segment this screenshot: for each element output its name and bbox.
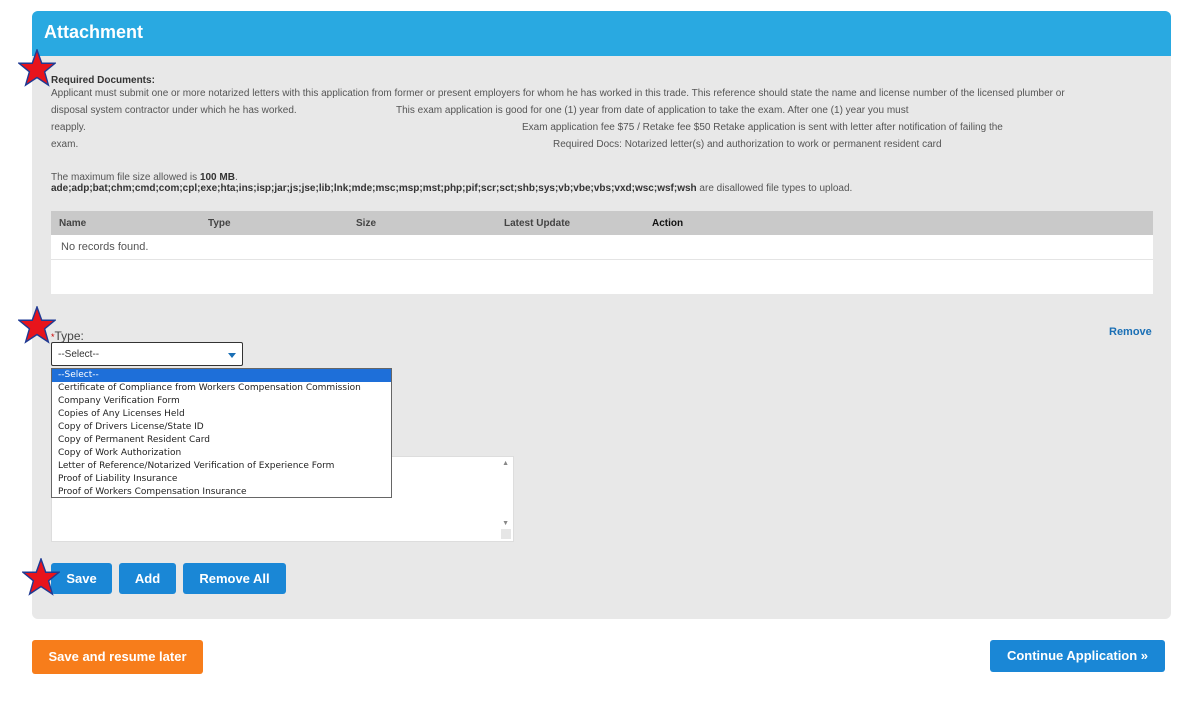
dropdown-option[interactable]: Company Verification Form <box>52 395 391 408</box>
dropdown-option[interactable]: Copy of Permanent Resident Card <box>52 434 391 447</box>
dropdown-option[interactable]: Letter of Reference/Notarized Verificati… <box>52 460 391 473</box>
dropdown-option[interactable]: Proof of Liability Insurance <box>52 473 391 486</box>
add-button[interactable]: Add <box>119 563 176 594</box>
save-button[interactable]: Save <box>51 563 112 594</box>
dropdown-option[interactable]: Copy of Work Authorization <box>52 447 391 460</box>
required-docs-line2a: disposal system contractor under which h… <box>51 105 297 116</box>
disallowed-types-list: ade;adp;bat;chm;cmd;com;cpl;exe;hta;ins;… <box>51 183 697 194</box>
col-header-size[interactable]: Size <box>348 211 496 235</box>
scroll-up-icon[interactable]: ▲ <box>502 460 509 467</box>
col-header-name[interactable]: Name <box>51 211 200 235</box>
required-docs-line3a: reapply. <box>51 122 86 133</box>
disallowed-types-text: ade;adp;bat;chm;cmd;com;cpl;exe;hta;ins;… <box>51 183 852 194</box>
continue-application-button[interactable]: Continue Application » <box>990 640 1165 672</box>
type-select-value: --Select-- <box>58 349 100 360</box>
remove-link[interactable]: Remove <box>1109 326 1152 338</box>
required-docs-line1: Applicant must submit one or more notari… <box>51 88 1065 99</box>
remove-all-button[interactable]: Remove All <box>183 563 286 594</box>
dropdown-option[interactable]: Proof of Workers Compensation Insurance <box>52 486 391 499</box>
max-size-value: 100 MB <box>199 172 235 183</box>
required-docs-line2b: This exam application is good for one (1… <box>396 105 909 116</box>
dropdown-option[interactable]: Copies of Any Licenses Held <box>52 408 391 421</box>
dropdown-option[interactable]: Copy of Drivers License/State ID <box>52 421 391 434</box>
col-header-type[interactable]: Type <box>200 211 348 235</box>
dropdown-option[interactable]: Certificate of Compliance from Workers C… <box>52 382 391 395</box>
max-file-size-text: The maximum file size allowed is 100 MB. <box>51 172 238 183</box>
table-header-row: Name Type Size Latest Update Action <box>51 211 1153 235</box>
disallowed-suffix: are disallowed file types to upload. <box>696 183 853 194</box>
col-header-latest-update[interactable]: Latest Update <box>496 211 644 235</box>
type-select[interactable]: --Select-- <box>51 342 243 366</box>
resize-handle-icon[interactable] <box>501 529 511 539</box>
dropdown-option[interactable]: --Select-- <box>52 369 391 382</box>
attachments-table: Name Type Size Latest Update Action No r… <box>51 211 1153 260</box>
star-marker-icon <box>18 49 56 87</box>
table-row: No records found. <box>51 235 1153 260</box>
col-header-action: Action <box>644 211 1153 235</box>
save-resume-later-button[interactable]: Save and resume later <box>32 640 203 674</box>
star-marker-icon <box>18 306 56 344</box>
required-docs-line3b: Exam application fee $75 / Retake fee $5… <box>522 122 1003 133</box>
max-size-suffix: . <box>234 172 238 183</box>
type-label-text: Type: <box>54 329 84 343</box>
star-marker-icon <box>22 558 60 596</box>
required-docs-line4b: Required Docs: Notarized letter(s) and a… <box>553 139 942 150</box>
scroll-down-icon[interactable]: ▼ <box>502 520 509 527</box>
required-docs-title: Required Documents: <box>51 75 155 86</box>
table-footer <box>51 260 1153 294</box>
chevron-down-icon <box>228 353 236 358</box>
type-dropdown-list: --Select-- Certificate of Compliance fro… <box>51 368 392 498</box>
panel-title: Attachment <box>32 11 1171 56</box>
empty-message: No records found. <box>51 235 1153 260</box>
required-docs-line4a: exam. <box>51 139 79 150</box>
max-size-prefix: The maximum file size allowed is <box>51 172 200 183</box>
